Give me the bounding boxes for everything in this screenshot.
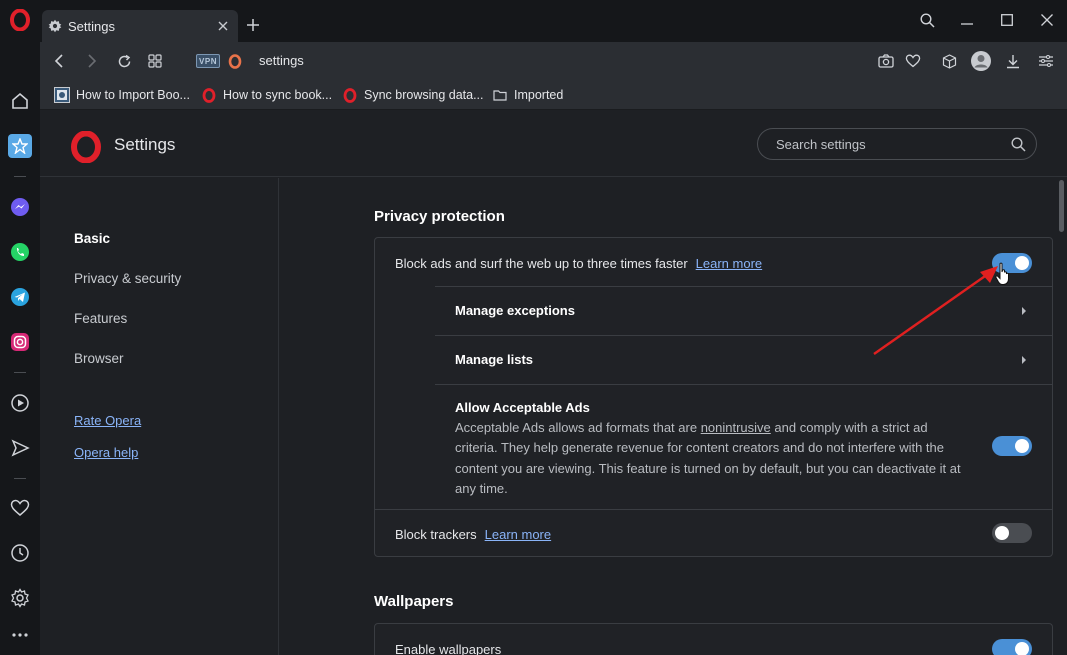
wallpapers-card: Enable wallpapers (374, 623, 1053, 655)
block-ads-label: Block ads and surf the web up to three t… (395, 256, 688, 271)
snapshot-camera-icon[interactable] (876, 51, 896, 71)
instagram-icon[interactable] (8, 330, 32, 354)
scrollbar[interactable] (1057, 178, 1067, 655)
opera-favicon-icon (342, 87, 358, 103)
enable-wallpapers-toggle[interactable] (992, 639, 1032, 655)
nav-basic[interactable]: Basic (74, 231, 110, 246)
opera-site-icon (225, 51, 245, 71)
gear-icon (48, 19, 62, 33)
back-button[interactable] (49, 51, 69, 71)
speed-dial-icon[interactable] (8, 134, 32, 158)
settings-header: Settings (40, 111, 1067, 177)
address-bar: VPN settings (40, 42, 1067, 80)
acceptable-ads-title: Allow Acceptable Ads (455, 400, 590, 415)
acceptable-ads-toggle[interactable] (992, 436, 1032, 456)
tab-title: Settings (68, 18, 115, 34)
bookmark-item[interactable]: How to Import Boo... (54, 86, 190, 104)
desc-text: Acceptable Ads allows ad formats that ar… (455, 420, 701, 435)
wallpapers-heading: Wallpapers (374, 593, 454, 610)
bookmark-label: How to Import Boo... (76, 88, 190, 102)
block-ads-learn-more-link[interactable]: Learn more (696, 256, 762, 271)
folder-icon (492, 87, 508, 103)
maximize-button[interactable] (996, 10, 1018, 30)
opera-favicon-icon (201, 87, 217, 103)
bookmark-item[interactable]: How to sync book... (201, 86, 332, 104)
block-ads-row: Block ads and surf the web up to three t… (395, 256, 762, 271)
whatsapp-icon[interactable] (8, 240, 32, 264)
acceptable-ads-description: Acceptable Ads allows ad formats that ar… (455, 418, 965, 499)
profile-avatar-icon[interactable] (970, 50, 992, 72)
block-trackers-label: Block trackers (395, 527, 477, 542)
block-trackers-row: Block trackers Learn more (375, 509, 1052, 557)
page-title: Settings (114, 135, 176, 154)
tab-search-icon[interactable] (916, 10, 938, 30)
home-icon[interactable] (8, 89, 32, 113)
extensions-cube-icon[interactable] (939, 51, 959, 71)
new-tab-button[interactable] (243, 15, 263, 35)
settings-gear-icon[interactable] (8, 586, 32, 610)
rail-divider (14, 176, 26, 177)
toggle-knob (1015, 439, 1029, 453)
opera-sidebar (0, 0, 40, 655)
heart-icon[interactable] (8, 496, 32, 520)
enable-wallpapers-label: Enable wallpapers (395, 642, 502, 655)
close-window-button[interactable] (1036, 10, 1058, 30)
easy-setup-icon[interactable] (1036, 51, 1056, 71)
rail-divider (14, 372, 26, 373)
history-icon[interactable] (8, 541, 32, 565)
bookmark-label: How to sync book... (223, 88, 333, 102)
page-thumbnail-icon (54, 87, 70, 103)
bookmark-item[interactable]: Sync browsing data... (342, 86, 484, 104)
player-icon[interactable] (8, 391, 32, 415)
manage-lists-label: Manage lists (455, 352, 534, 367)
nav-browser[interactable]: Browser (74, 351, 124, 366)
url-text[interactable]: settings (259, 53, 304, 68)
send-icon[interactable] (8, 436, 32, 460)
bookmark-folder[interactable]: Imported (492, 86, 563, 104)
chevron-right-icon (1022, 307, 1026, 315)
bookmark-heart-icon[interactable] (903, 51, 923, 71)
reload-button[interactable] (114, 51, 134, 71)
browser-window: Settings VPN settings How to Import Boo.… (0, 0, 1067, 655)
bookmark-label: Sync browsing data... (364, 88, 484, 102)
bookmarks-bar: How to Import Boo... How to sync book...… (40, 80, 1067, 110)
scrollbar-thumb[interactable] (1059, 180, 1064, 232)
search-icon[interactable] (1011, 136, 1026, 152)
opera-menu-icon[interactable] (8, 8, 32, 32)
tab-settings[interactable]: Settings (42, 10, 238, 42)
manage-exceptions-label: Manage exceptions (455, 303, 575, 318)
search-settings[interactable] (757, 128, 1037, 160)
opera-logo-icon (70, 130, 102, 164)
toggle-knob (1015, 642, 1029, 655)
tab-grid-icon[interactable] (145, 51, 165, 71)
chevron-right-icon (1022, 356, 1026, 364)
search-input[interactable] (776, 136, 1011, 152)
forward-button[interactable] (82, 51, 102, 71)
acceptable-ads-row: Allow Acceptable Ads Acceptable Ads allo… (435, 384, 1053, 509)
more-icon[interactable] (8, 623, 32, 647)
vpn-badge[interactable]: VPN (196, 54, 220, 68)
block-trackers-toggle[interactable] (992, 523, 1032, 543)
settings-nav: Basic Privacy & security Features Browse… (40, 178, 279, 655)
nav-features[interactable]: Features (74, 311, 127, 326)
telegram-icon[interactable] (8, 285, 32, 309)
nav-privacy-security[interactable]: Privacy & security (74, 271, 181, 286)
nonintrusive-link[interactable]: nonintrusive (701, 420, 771, 435)
rail-divider (14, 478, 26, 479)
minimize-button[interactable] (956, 10, 978, 30)
downloads-icon[interactable] (1003, 51, 1023, 71)
close-tab-icon[interactable] (214, 17, 232, 35)
messenger-icon[interactable] (8, 195, 32, 219)
block-trackers-text: Block trackers Learn more (395, 527, 551, 542)
rate-opera-link[interactable]: Rate Opera (74, 413, 141, 428)
tab-strip: Settings (40, 0, 1067, 42)
privacy-protection-heading: Privacy protection (374, 208, 505, 225)
opera-help-link[interactable]: Opera help (74, 445, 138, 460)
hand-cursor-icon (995, 262, 1009, 285)
toggle-knob (995, 526, 1009, 540)
block-trackers-learn-more-link[interactable]: Learn more (485, 527, 551, 542)
bookmark-label: Imported (514, 88, 564, 102)
